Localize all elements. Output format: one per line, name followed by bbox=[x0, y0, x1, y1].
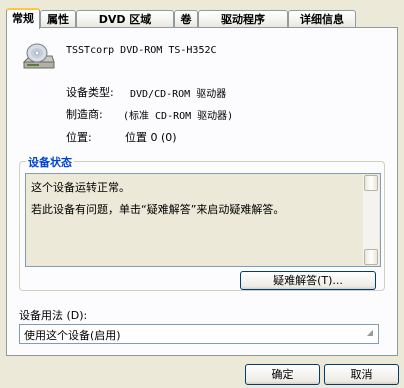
dropdown-arrow-icon: ◢ bbox=[366, 328, 374, 337]
location-value: 位置 0 (0) bbox=[125, 131, 177, 144]
general-panel: TSSTcorp DVD-ROM TS-H352C 设备类型: DVD/CD-R… bbox=[6, 27, 398, 356]
tab-volumes[interactable]: 卷 bbox=[174, 10, 198, 27]
troubleshoot-button[interactable]: 疑难解答(T)... bbox=[240, 271, 376, 290]
manufacturer-value: (标准 CD-ROM 驱动器) bbox=[123, 111, 234, 122]
location-label: 位置: bbox=[66, 131, 92, 144]
tab-general[interactable]: 常规 bbox=[6, 8, 40, 29]
status-line-1: 这个设备运转正常。 bbox=[31, 181, 130, 194]
tab-properties[interactable]: 属性 bbox=[40, 10, 76, 27]
dvd-drive-icon bbox=[22, 43, 55, 69]
tab-strip: 常规 属性 DVD 区域 卷 驱动程序 详细信息 bbox=[6, 8, 398, 29]
tab-dvd-region[interactable]: DVD 区域 bbox=[76, 10, 174, 27]
device-status-group: 设备状态 这个设备运转正常。 若此设备有问题，单击“疑难解答”来启动疑难解答。 … bbox=[19, 154, 385, 291]
device-usage-value: 使用这个设备(启用) bbox=[24, 329, 121, 342]
scroll-down-button[interactable] bbox=[364, 249, 378, 265]
tab-details[interactable]: 详细信息 bbox=[288, 10, 356, 27]
device-type-label: 设备类型: bbox=[66, 86, 114, 99]
cancel-button[interactable]: 取消 bbox=[324, 364, 399, 385]
device-status-box: 这个设备运转正常。 若此设备有问题，单击“疑难解答”来启动疑难解答。 bbox=[25, 173, 381, 267]
status-scrollbar[interactable] bbox=[363, 175, 379, 265]
ok-button[interactable]: 确定 bbox=[245, 364, 320, 385]
manufacturer-label: 制造商: bbox=[66, 108, 103, 121]
device-usage-select[interactable]: 使用这个设备(启用) ◢ bbox=[19, 324, 379, 344]
status-line-2: 若此设备有问题，单击“疑难解答”来启动疑难解答。 bbox=[31, 203, 285, 216]
device-usage-label: 设备用法 (D): bbox=[19, 309, 88, 322]
scroll-up-button[interactable] bbox=[364, 175, 378, 191]
tab-driver[interactable]: 驱动程序 bbox=[198, 10, 288, 27]
device-status-title: 设备状态 bbox=[26, 154, 74, 170]
device-type-value: DVD/CD-ROM 驱动器 bbox=[130, 89, 227, 100]
device-name: TSSTcorp DVD-ROM TS-H352C bbox=[66, 45, 217, 56]
